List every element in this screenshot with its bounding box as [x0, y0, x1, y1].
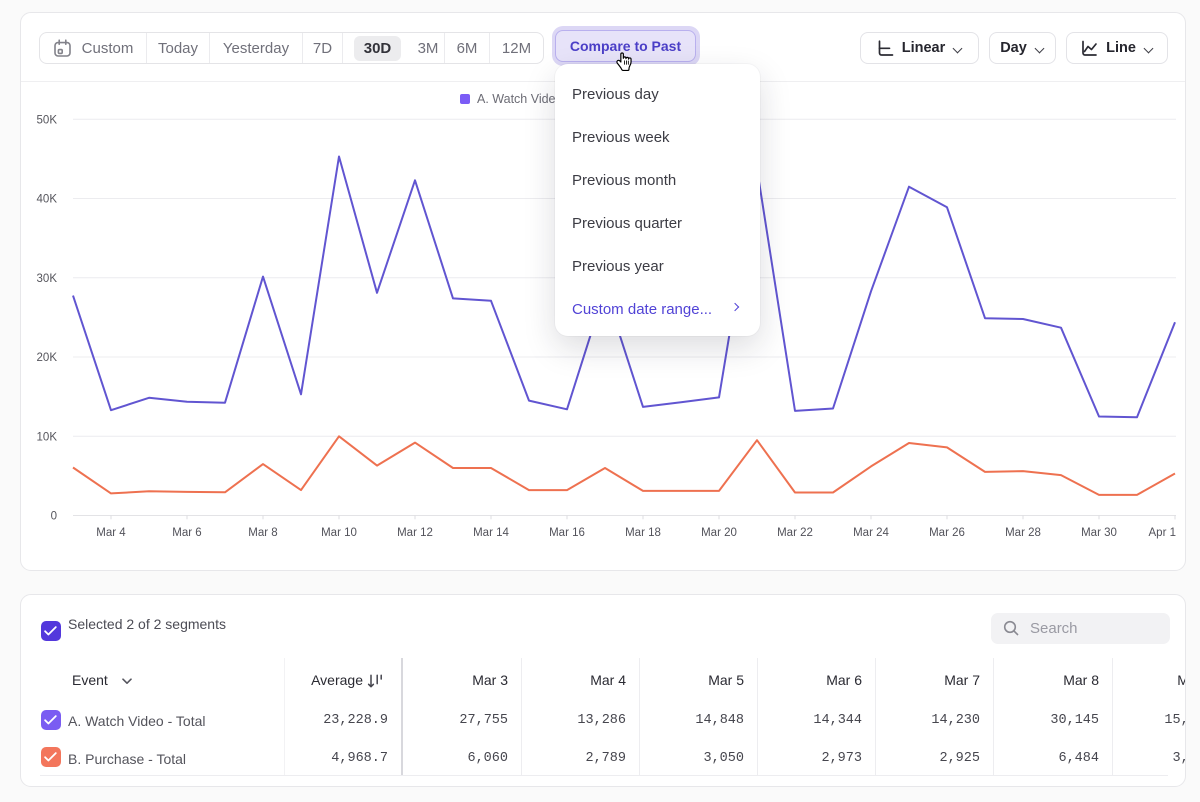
svg-text:Mar 26: Mar 26 — [929, 527, 965, 539]
svg-text:20K: 20K — [37, 352, 58, 364]
svg-text:Mar 4: Mar 4 — [96, 527, 126, 539]
svg-text:Mar 16: Mar 16 — [549, 527, 585, 539]
svg-text:Mar 24: Mar 24 — [853, 527, 889, 539]
svg-text:Mar 10: Mar 10 — [321, 527, 357, 539]
svg-text:10K: 10K — [37, 431, 58, 443]
svg-text:40K: 40K — [37, 194, 58, 206]
svg-text:Mar 22: Mar 22 — [777, 527, 813, 539]
svg-text:50K: 50K — [37, 114, 58, 126]
svg-text:Mar 28: Mar 28 — [1005, 527, 1041, 539]
svg-text:Mar 12: Mar 12 — [397, 527, 433, 539]
svg-text:Mar 8: Mar 8 — [248, 527, 277, 539]
svg-text:Mar 14: Mar 14 — [473, 527, 509, 539]
svg-text:Apr 1: Apr 1 — [1149, 527, 1177, 539]
svg-text:Mar 18: Mar 18 — [625, 527, 661, 539]
svg-text:Mar 6: Mar 6 — [172, 527, 201, 539]
svg-text:Mar 30: Mar 30 — [1081, 527, 1117, 539]
svg-text:30K: 30K — [37, 273, 58, 285]
svg-text:Mar 20: Mar 20 — [701, 527, 737, 539]
svg-text:0: 0 — [51, 511, 57, 523]
